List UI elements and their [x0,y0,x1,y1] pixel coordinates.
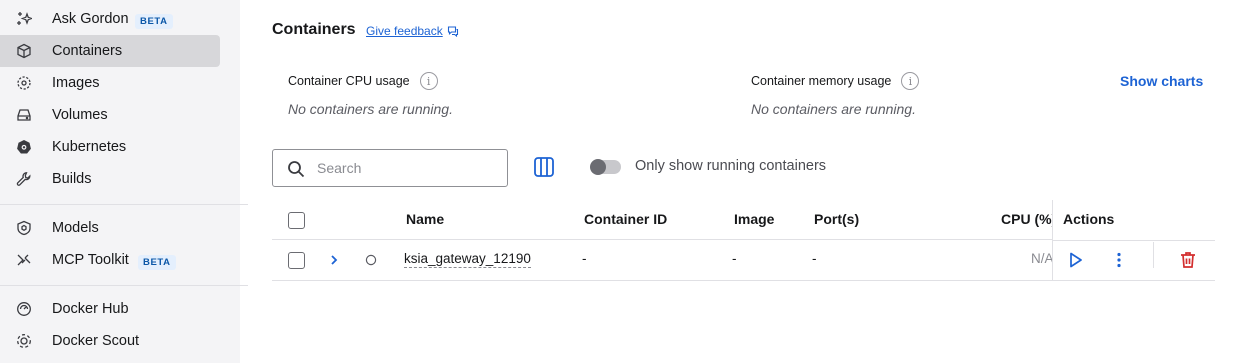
sidebar-item-label: Ask Gordon [52,11,129,27]
sidebar-item-models[interactable]: Models [0,212,220,244]
sidebar: Ask Gordon BETA Containers Images Volume… [0,0,248,363]
page-title: Containers [272,21,356,38]
sidebar-item-mcp-toolkit[interactable]: MCP Toolkit BETA [0,244,220,276]
sidebar-item-images[interactable]: Images [0,67,220,99]
toolkit-icon [16,252,32,268]
sidebar-item-label: Kubernetes [52,139,127,155]
cpu-usage-heading: Container CPU usage i [288,72,438,90]
trash-icon [1181,252,1195,268]
column-header-image[interactable]: Image [734,211,774,227]
more-actions-button[interactable] [1109,250,1129,270]
sidebar-item-docker-hub[interactable]: Docker Hub [0,293,220,325]
sidebar-item-containers[interactable]: Containers [0,35,220,67]
sidebar-item-label: MCP Toolkit [52,252,129,268]
beta-badge: BETA [135,14,173,29]
feedback-icon [447,26,458,37]
sidebar-item-label: Containers [52,43,123,59]
cpu-empty-message: No containers are running. [288,101,453,117]
search-icon [288,161,305,178]
show-charts-button[interactable]: Show charts [1120,73,1203,89]
columns-toggle-button[interactable] [533,156,555,178]
sidebar-item-ask-gordon[interactable]: Ask Gordon BETA [0,3,220,35]
sidebar-item-label: Docker Hub [52,301,129,317]
memory-usage-label: Container memory usage [751,74,892,88]
running-only-toggle[interactable] [590,159,621,175]
column-header-ports[interactable]: Port(s) [814,211,859,227]
play-icon [1070,252,1082,268]
main-content: Containers Give feedback Container CPU u… [240,0,1238,363]
scout-icon [16,333,32,349]
container-icon [16,43,32,59]
column-header-actions: Actions [1063,211,1115,227]
sidebar-divider [0,204,248,205]
sidebar-item-docker-scout[interactable]: Docker Scout [0,325,220,357]
image-icon [16,75,32,91]
row-checkbox[interactable] [288,252,305,269]
expand-row-button[interactable] [324,250,344,270]
select-all-checkbox[interactable] [288,212,305,229]
volume-icon [16,107,32,123]
search-input[interactable] [317,158,497,178]
give-feedback-label: Give feedback [366,24,443,38]
row-divider [1053,280,1215,281]
delete-button[interactable] [1178,250,1198,270]
container-name-link[interactable]: ksia_gateway_12190 [404,251,531,268]
image-cell: - [732,251,737,266]
container-id-cell: - [582,251,587,266]
ports-cell: - [812,251,817,266]
header-divider [1053,240,1215,241]
sidebar-item-volumes[interactable]: Volumes [0,99,220,131]
status-indicator [361,250,381,270]
cpu-cell: N/A [1031,251,1054,266]
sidebar-divider [0,285,248,286]
hub-icon [16,301,32,317]
running-only-label: Only show running containers [635,158,827,174]
column-header-container-id[interactable]: Container ID [584,211,667,227]
actions-separator [1153,242,1154,268]
sidebar-item-label: Builds [52,171,92,187]
chevron-right-icon [331,255,338,265]
column-header-name[interactable]: Name [406,211,444,227]
wrench-icon [16,171,32,187]
sidebar-item-kubernetes[interactable]: Kubernetes [0,131,220,163]
columns-icon [534,157,554,177]
sidebar-item-label: Models [52,220,99,236]
model-icon [16,220,32,236]
memory-empty-message: No containers are running. [751,101,916,117]
actions-column: Actions [1052,200,1215,281]
sidebar-item-label: Volumes [52,107,108,123]
sparkle-icon [16,11,32,27]
sidebar-item-label: Docker Scout [52,333,140,349]
cpu-usage-label: Container CPU usage [288,74,410,88]
more-vertical-icon [1117,252,1121,268]
search-box[interactable] [272,149,508,187]
give-feedback-link[interactable]: Give feedback [366,24,459,38]
info-icon[interactable]: i [901,72,920,90]
stopped-status-icon [365,254,377,266]
sidebar-item-label: Images [52,75,100,91]
column-header-cpu[interactable]: CPU (%) [1001,211,1056,227]
start-button[interactable] [1065,250,1085,270]
toggle-knob [590,159,606,175]
beta-badge: BETA [138,255,176,270]
memory-usage-heading: Container memory usage i [751,72,920,90]
sidebar-item-builds[interactable]: Builds [0,163,220,195]
kubernetes-icon [16,139,32,155]
info-icon[interactable]: i [419,72,438,90]
container-name[interactable]: ksia_gateway_12190 [404,251,531,268]
